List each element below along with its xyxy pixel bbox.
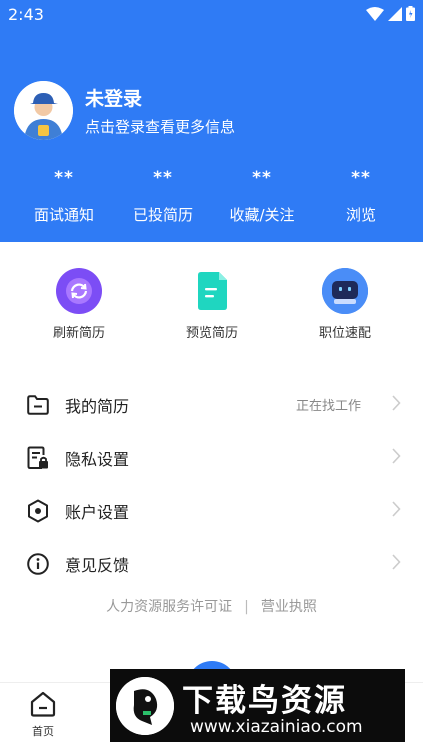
preview-resume-button[interactable]: 预览简历 <box>162 268 262 341</box>
stat-value: ** <box>252 168 272 188</box>
signal-icon <box>388 6 402 21</box>
menu-item-label: 账户设置 <box>65 502 130 522</box>
stat-value: ** <box>153 168 173 188</box>
menu-item-feedback[interactable]: 意见反馈 <box>0 537 423 590</box>
chevron-right-icon <box>391 553 401 574</box>
menu-item-label: 意见反馈 <box>65 555 130 575</box>
battery-icon <box>406 6 415 21</box>
stat-favorites-follows[interactable]: ** 收藏/关注 <box>212 168 312 225</box>
login-prompt[interactable]: 点击登录查看更多信息 <box>85 116 235 137</box>
stat-submitted-resumes[interactable]: ** 已投简历 <box>113 168 213 225</box>
stat-interview-notice[interactable]: ** 面试通知 <box>14 168 114 225</box>
worker-avatar-icon <box>14 81 73 140</box>
watermark-banner: 下载鸟资源 www.xiazainiao.com <box>110 669 405 742</box>
stat-label: 已投简历 <box>132 206 193 224</box>
menu-item-label: 隐私设置 <box>65 449 130 469</box>
quick-action-label: 预览简历 <box>185 326 238 341</box>
profile-header: 2:43 未登录 点击登录查看更多信息 ** 面试通知 ** 已投简历 ** 收… <box>0 0 423 242</box>
hexagon-settings-icon <box>26 499 50 523</box>
home-icon <box>30 691 56 717</box>
status-icons <box>366 6 415 21</box>
job-search-status: 正在找工作 <box>295 399 361 414</box>
footer-links: 人力资源服务许可证 | 营业执照 <box>0 596 423 616</box>
menu-item-label: 我的简历 <box>65 396 130 416</box>
stat-views[interactable]: ** 浏览 <box>311 168 411 225</box>
stats-row: ** 面试通知 ** 已投简历 ** 收藏/关注 ** 浏览 <box>0 168 423 228</box>
quick-action-label: 刷新简历 <box>52 326 105 341</box>
watermark-title: 下载鸟资源 <box>182 683 347 719</box>
menu-item-account-settings[interactable]: 账户设置 <box>0 484 423 537</box>
watermark-url: www.xiazainiao.com <box>190 717 363 737</box>
chevron-right-icon <box>391 394 401 415</box>
robot-icon <box>322 268 368 314</box>
link-separator: | <box>244 599 249 615</box>
menu-item-my-resume[interactable]: 我的简历 正在找工作 <box>0 378 423 431</box>
stat-value: ** <box>54 168 74 188</box>
status-time: 2:43 <box>8 5 44 24</box>
quick-actions: 刷新简历 预览简历 职位速配 <box>0 268 423 348</box>
tab-home[interactable]: 首页 <box>22 691 64 739</box>
stat-label: 浏览 <box>345 206 376 224</box>
chevron-right-icon <box>391 447 401 468</box>
hr-service-license-link[interactable]: 人力资源服务许可证 <box>106 599 232 615</box>
chevron-right-icon <box>391 500 401 521</box>
settings-menu: 我的简历 正在找工作 隐私设置 账户设置 意见反馈 <box>0 378 423 590</box>
job-match-button[interactable]: 职位速配 <box>295 268 395 341</box>
refresh-resume-button[interactable]: 刷新简历 <box>29 268 129 341</box>
document-icon <box>189 268 235 314</box>
business-license-link[interactable]: 营业执照 <box>261 599 317 615</box>
privacy-lock-icon <box>26 446 50 470</box>
avatar[interactable] <box>14 81 73 140</box>
info-icon <box>26 552 50 576</box>
stat-value: ** <box>351 168 371 188</box>
quick-action-label: 职位速配 <box>318 326 371 341</box>
folder-icon <box>26 393 50 417</box>
stat-label: 收藏/关注 <box>229 206 295 224</box>
stat-label: 面试通知 <box>33 206 94 224</box>
tab-home-label: 首页 <box>32 725 54 738</box>
refresh-icon <box>56 268 102 314</box>
login-status-name[interactable]: 未登录 <box>85 84 142 111</box>
menu-item-privacy-settings[interactable]: 隐私设置 <box>0 431 423 484</box>
wifi-icon <box>366 6 384 21</box>
bird-logo-icon <box>116 677 174 735</box>
status-bar: 2:43 <box>0 0 423 30</box>
